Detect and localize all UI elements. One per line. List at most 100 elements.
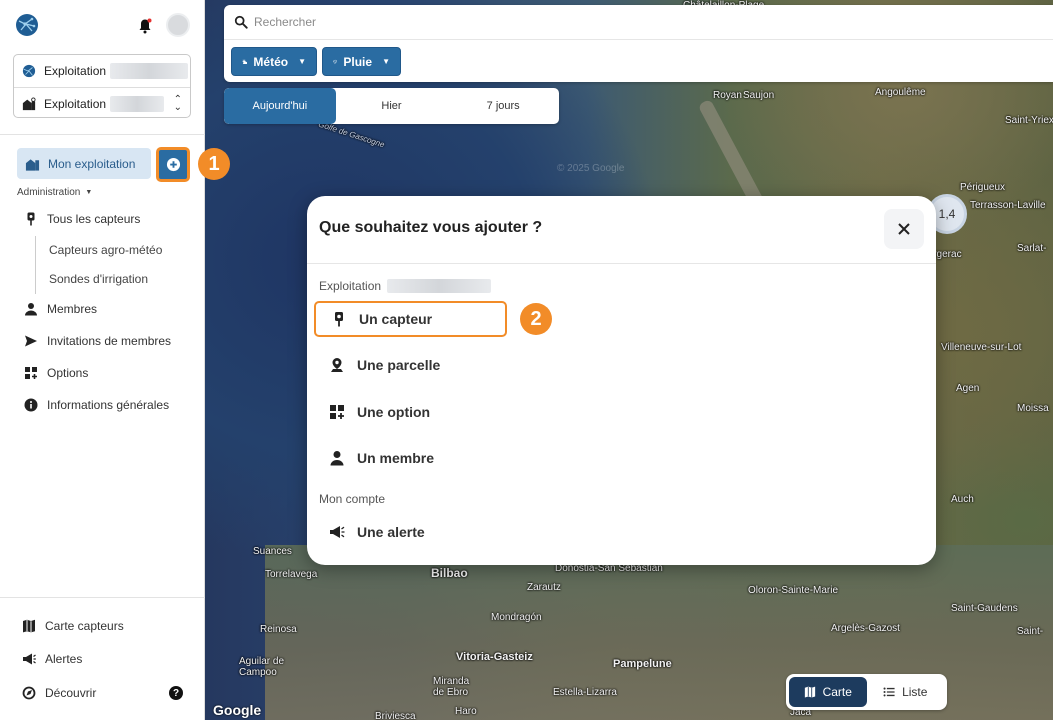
map-place-label: Saint-Gaudens (951, 603, 1018, 614)
dialog-title: Que souhaitez vous ajouter ? (319, 219, 543, 236)
sidebar-divider (0, 597, 205, 598)
sidebar-item-sensor-map[interactable]: Carte capteurs (22, 619, 124, 633)
sidebar-divider (0, 134, 205, 135)
sidebar-item-label: Mon exploitation (48, 156, 136, 171)
megaphone-icon (23, 653, 36, 665)
option-label: Une alerte (357, 524, 425, 540)
grid-plus-icon (25, 367, 37, 379)
map-place-label: Angoulême (875, 87, 926, 98)
close-icon (898, 223, 910, 235)
sidebar-item-alerts[interactable]: Alertes (22, 652, 82, 666)
map-place-label: Miranda de Ebro (433, 676, 470, 698)
admin-section-header[interactable]: Administration ▼ (17, 187, 92, 198)
option-label: Un membre (357, 450, 435, 466)
weather-filter-button[interactable]: Météo ▼ (231, 47, 317, 76)
sidebar-item-label: Découvrir (45, 686, 97, 700)
sidebar-item-invitations[interactable]: Invitations de membres (24, 334, 171, 348)
step-badge-2: 2 (520, 303, 552, 335)
weather-filter-label: Météo (253, 54, 289, 69)
add-plot-option[interactable]: Une parcelle (314, 347, 507, 383)
sidebar-item-options[interactable]: Options (24, 366, 88, 380)
sidebar-subitem-agro-weather[interactable]: Capteurs agro-météo (49, 243, 162, 257)
help-icon[interactable]: ? (169, 686, 183, 700)
sidebar-item-label: Informations générales (47, 398, 170, 412)
map-place-label: Auch (951, 494, 974, 505)
map-place-label: Briviesca (375, 711, 416, 720)
map-place-label: Estella-Lizarra (553, 687, 617, 698)
map-place-label: Pampelune (613, 658, 672, 670)
sidebar-item-label: Tous les capteurs (47, 212, 141, 226)
map-place-label: Aguilar de Campoo (239, 656, 285, 678)
sidebar: Exploitation Exploitation ⌃ ⌄ Mon exploit… (0, 0, 230, 720)
period-tabs: Aujourd'hui Hier 7 jours (224, 88, 559, 124)
organization-selector[interactable]: Exploitation Exploitation ⌃ ⌄ (13, 54, 191, 118)
person-icon (330, 451, 344, 466)
megaphone-icon (330, 526, 345, 538)
redacted-text (110, 95, 165, 112)
tab-7-days[interactable]: 7 jours (447, 88, 559, 124)
map-estuary (697, 98, 767, 212)
sidebar-item-general-info[interactable]: Informations générales (24, 398, 169, 412)
map-place-label: Royan (713, 90, 742, 101)
section-label-exploitation: Exploitation (319, 279, 492, 293)
search-input[interactable] (254, 15, 854, 29)
step-badge-1: 1 (198, 148, 230, 180)
add-sensor-option[interactable]: Un capteur (314, 301, 507, 337)
map-icon (23, 619, 35, 633)
grid-plus-icon (330, 405, 344, 419)
compass-icon (22, 686, 36, 700)
map-place-label: Agen (956, 383, 980, 394)
site-name: Exploitation (44, 96, 107, 111)
search-panel: Météo ▼ Pluie ▼ (224, 5, 1053, 82)
app-logo (16, 14, 38, 36)
rain-filter-label: Pluie (343, 54, 373, 69)
map-place-label: Terrasson-Laville (970, 200, 1046, 211)
chevron-up-down-icon: ⌃ ⌄ (173, 93, 182, 113)
map-view-button[interactable]: Carte (789, 677, 867, 707)
map-copyright: © 2025 Google (557, 163, 625, 174)
chevron-down-icon: ▼ (382, 57, 390, 66)
map-place-label: Moissa (1017, 403, 1049, 414)
organization-row[interactable]: Exploitation (14, 55, 190, 87)
map-place-label: Zarautz (527, 582, 561, 593)
map-place-label: Périgueux (960, 182, 1006, 193)
option-label: Un capteur (359, 311, 433, 327)
list-view-label: Liste (902, 685, 928, 699)
sidebar-item-my-farm[interactable]: Mon exploitation (17, 148, 151, 179)
view-toggle: Carte Liste (786, 674, 947, 710)
map-place-label: Suances (253, 546, 292, 557)
option-label: Une parcelle (357, 357, 441, 373)
sidebar-item-label: Invitations de membres (47, 334, 172, 348)
user-avatar[interactable] (166, 13, 190, 37)
plus-circle-icon (166, 157, 180, 172)
tab-today[interactable]: Aujourd'hui (224, 88, 336, 124)
sidebar-item-all-sensors[interactable]: Tous les capteurs (24, 212, 140, 226)
map-place-label: Sarlat- (1017, 243, 1047, 254)
close-button[interactable] (884, 209, 924, 249)
map-place-label: Saint- (1017, 626, 1044, 637)
search-icon (234, 15, 248, 29)
notification-bell-icon[interactable] (138, 18, 152, 34)
sidebar-subitem-irrigation[interactable]: Sondes d'irrigation (49, 272, 148, 286)
list-icon (883, 687, 895, 697)
farm-icon (25, 158, 40, 171)
filter-bar: Météo ▼ Pluie ▼ (224, 40, 1053, 76)
map-view-label: Carte (822, 685, 852, 699)
add-dialog: Que souhaitez vous ajouter ? Exploitatio… (307, 196, 936, 565)
add-option-option[interactable]: Une option (314, 394, 507, 430)
add-alert-option[interactable]: Une alerte (314, 514, 507, 550)
person-icon (25, 303, 37, 316)
list-view-button[interactable]: Liste (867, 677, 945, 707)
add-member-option[interactable]: Un membre (314, 440, 507, 476)
add-button[interactable] (157, 148, 189, 181)
site-row[interactable]: Exploitation ⌃ ⌄ (14, 87, 190, 119)
map-place-label: Mondragón (491, 612, 542, 623)
sidebar-item-discover[interactable]: Découvrir (22, 686, 96, 700)
option-label: Une option (357, 404, 431, 420)
rain-filter-button[interactable]: Pluie ▼ (322, 47, 401, 76)
tab-yesterday[interactable]: Hier (336, 88, 448, 124)
sidebar-item-label: Carte capteurs (45, 619, 124, 633)
pin-icon (27, 212, 35, 226)
sidebar-item-members[interactable]: Membres (24, 302, 97, 316)
section-label-account: Mon compte (319, 492, 386, 506)
